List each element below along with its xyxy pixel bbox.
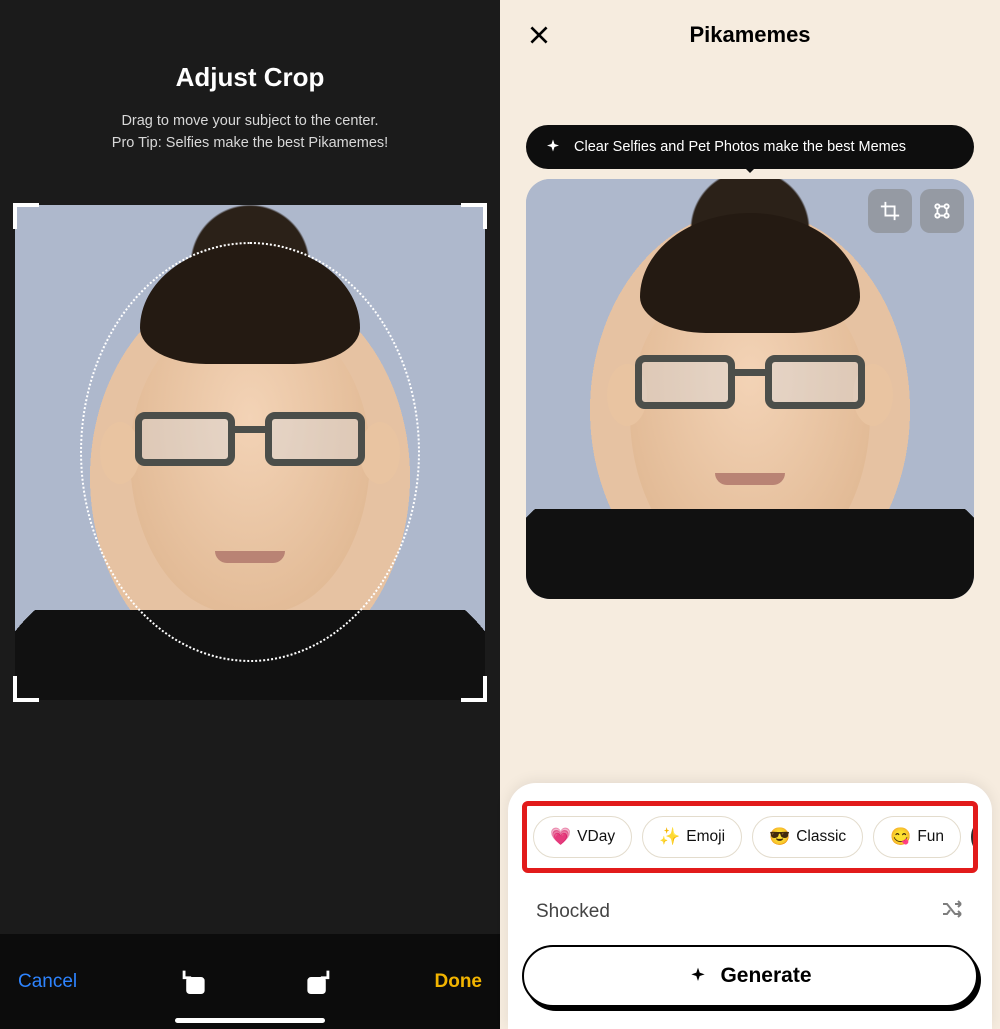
crop-screen: Adjust Crop Drag to move your subject to… [0, 0, 500, 1029]
category-chip-emoji[interactable]: ✨ Emoji [642, 816, 742, 858]
tip-text: Clear Selfies and Pet Photos make the be… [574, 139, 906, 155]
home-indicator[interactable] [175, 1018, 325, 1023]
generate-label: Generate [720, 964, 811, 988]
category-chip-wild[interactable]: 🤯Wild [971, 816, 978, 858]
chip-emoji: ✨ [659, 827, 680, 847]
rotate-right-button[interactable] [301, 965, 335, 999]
category-chip-vday[interactable]: 💗 VDay [533, 816, 632, 858]
preview-photo [526, 179, 974, 599]
generate-button[interactable]: Generate [522, 945, 978, 1007]
swap-icon-button[interactable] [920, 189, 964, 233]
cancel-button[interactable]: Cancel [18, 971, 77, 993]
crop-sub-line1: Drag to move your subject to the center. [121, 113, 378, 129]
crop-stage[interactable] [15, 205, 485, 700]
crop-handle-tr[interactable] [461, 203, 487, 229]
crop-footer: Cancel Done [0, 934, 500, 1029]
sparkle-icon [544, 138, 562, 156]
crop-subtitle: Drag to move your subject to the center.… [0, 111, 500, 155]
pikamemes-screen: Pikamemes Clear Selfies and Pet Photos m… [500, 0, 1000, 1029]
category-chips-highlight: 💗 VDay ✨ Emoji 😎 Classic 😋 Fun 🤯Wild [522, 801, 978, 873]
crop-handle-br[interactable] [461, 676, 487, 702]
crop-icon-button[interactable] [868, 189, 912, 233]
chip-label: VDay [577, 828, 615, 846]
rotate-left-button[interactable] [177, 965, 211, 999]
subject-photo[interactable] [15, 205, 485, 700]
chip-label: Emoji [686, 828, 725, 846]
prompt-row: Shocked [522, 891, 978, 945]
chip-emoji: 😋 [890, 827, 911, 847]
app-title: Pikamemes [564, 22, 936, 48]
crop-sub-line2: Pro Tip: Selfies make the best Pikamemes… [112, 135, 388, 151]
bottom-sheet: 💗 VDay ✨ Emoji 😎 Classic 😋 Fun 🤯Wild Shocked Gen… [508, 783, 992, 1029]
tip-banner: Clear Selfies and Pet Photos make the be… [526, 125, 974, 169]
prompt-text[interactable]: Shocked [536, 901, 610, 923]
crop-title: Adjust Crop [0, 62, 500, 93]
shuffle-button[interactable] [940, 897, 964, 927]
preview-card [526, 179, 974, 599]
category-chip-fun[interactable]: 😋 Fun [873, 816, 961, 858]
done-button[interactable]: Done [435, 971, 483, 993]
chip-emoji: 💗 [550, 827, 571, 847]
header: Pikamemes [500, 0, 1000, 70]
crop-handle-bl[interactable] [13, 676, 39, 702]
chip-emoji: 😎 [769, 827, 790, 847]
close-button[interactable] [514, 10, 564, 60]
chip-label: Classic [796, 828, 846, 846]
chip-label: Fun [917, 828, 944, 846]
category-chip-classic[interactable]: 😎 Classic [752, 816, 863, 858]
crop-handle-tl[interactable] [13, 203, 39, 229]
sparkle-icon [688, 966, 708, 986]
